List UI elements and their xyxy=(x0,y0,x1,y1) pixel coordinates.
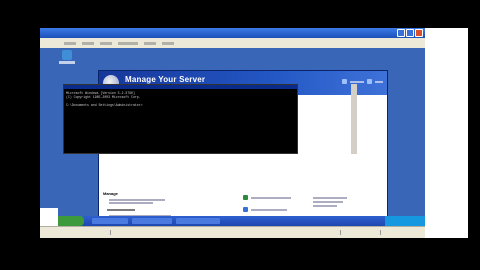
menu-file[interactable] xyxy=(64,41,76,45)
taskbar-item[interactable] xyxy=(176,218,220,224)
status-divider xyxy=(110,230,111,235)
cmd-line: (C) Copyright 1985-2003 Microsoft Corp. xyxy=(66,95,141,99)
side-link-1[interactable] xyxy=(313,197,347,199)
cmd-titlebar xyxy=(64,85,297,89)
right-item-2[interactable] xyxy=(251,209,287,211)
minimize-button[interactable] xyxy=(397,29,405,37)
taskbar-item[interactable] xyxy=(132,218,172,224)
settings-icon[interactable] xyxy=(367,79,372,84)
status-bar xyxy=(40,226,468,238)
menu-favorites[interactable] xyxy=(118,41,138,45)
mys-scrollbar[interactable] xyxy=(351,84,357,154)
recycle-bin-icon[interactable] xyxy=(62,50,72,60)
help-icon[interactable] xyxy=(342,79,347,84)
window-titlebar xyxy=(40,28,425,38)
screen: Manage Your Server Server: CONTOSO Manag… xyxy=(40,28,468,238)
desktop-left-strip xyxy=(40,48,58,208)
left-item-1-desc xyxy=(109,202,153,204)
close-button[interactable] xyxy=(415,29,423,37)
right-margin xyxy=(425,28,468,238)
header-link[interactable] xyxy=(350,80,364,83)
menu-edit[interactable] xyxy=(82,41,94,45)
add-role-icon xyxy=(243,207,248,212)
command-prompt-window[interactable]: Microsoft Windows [Version 5.2.3790] (C)… xyxy=(63,84,298,154)
cmd-line: C:\Documents and Settings\Administrator> xyxy=(66,103,143,107)
maximize-button[interactable] xyxy=(406,29,414,37)
status-divider xyxy=(380,230,381,235)
left-item-2[interactable] xyxy=(107,209,135,211)
start-button[interactable] xyxy=(58,216,84,226)
side-link-2[interactable] xyxy=(313,201,343,203)
status-divider xyxy=(340,230,341,235)
menu-bar xyxy=(40,38,425,48)
manage-heading: Manage xyxy=(103,191,118,196)
recycle-bin-label xyxy=(59,61,75,64)
menu-tools[interactable] xyxy=(144,41,156,45)
window-controls xyxy=(397,29,423,37)
right-item-1[interactable] xyxy=(251,197,291,199)
taskbar xyxy=(58,216,425,226)
header-link[interactable] xyxy=(375,80,383,83)
side-link-3[interactable] xyxy=(313,205,337,207)
system-tray xyxy=(385,216,425,226)
menu-view[interactable] xyxy=(100,41,112,45)
mys-title: Manage Your Server xyxy=(125,75,206,84)
menu-help[interactable] xyxy=(162,41,174,45)
taskbar-item[interactable] xyxy=(92,218,128,224)
left-item-1[interactable] xyxy=(109,199,165,201)
header-links xyxy=(342,79,383,84)
manage-role-icon xyxy=(243,195,248,200)
